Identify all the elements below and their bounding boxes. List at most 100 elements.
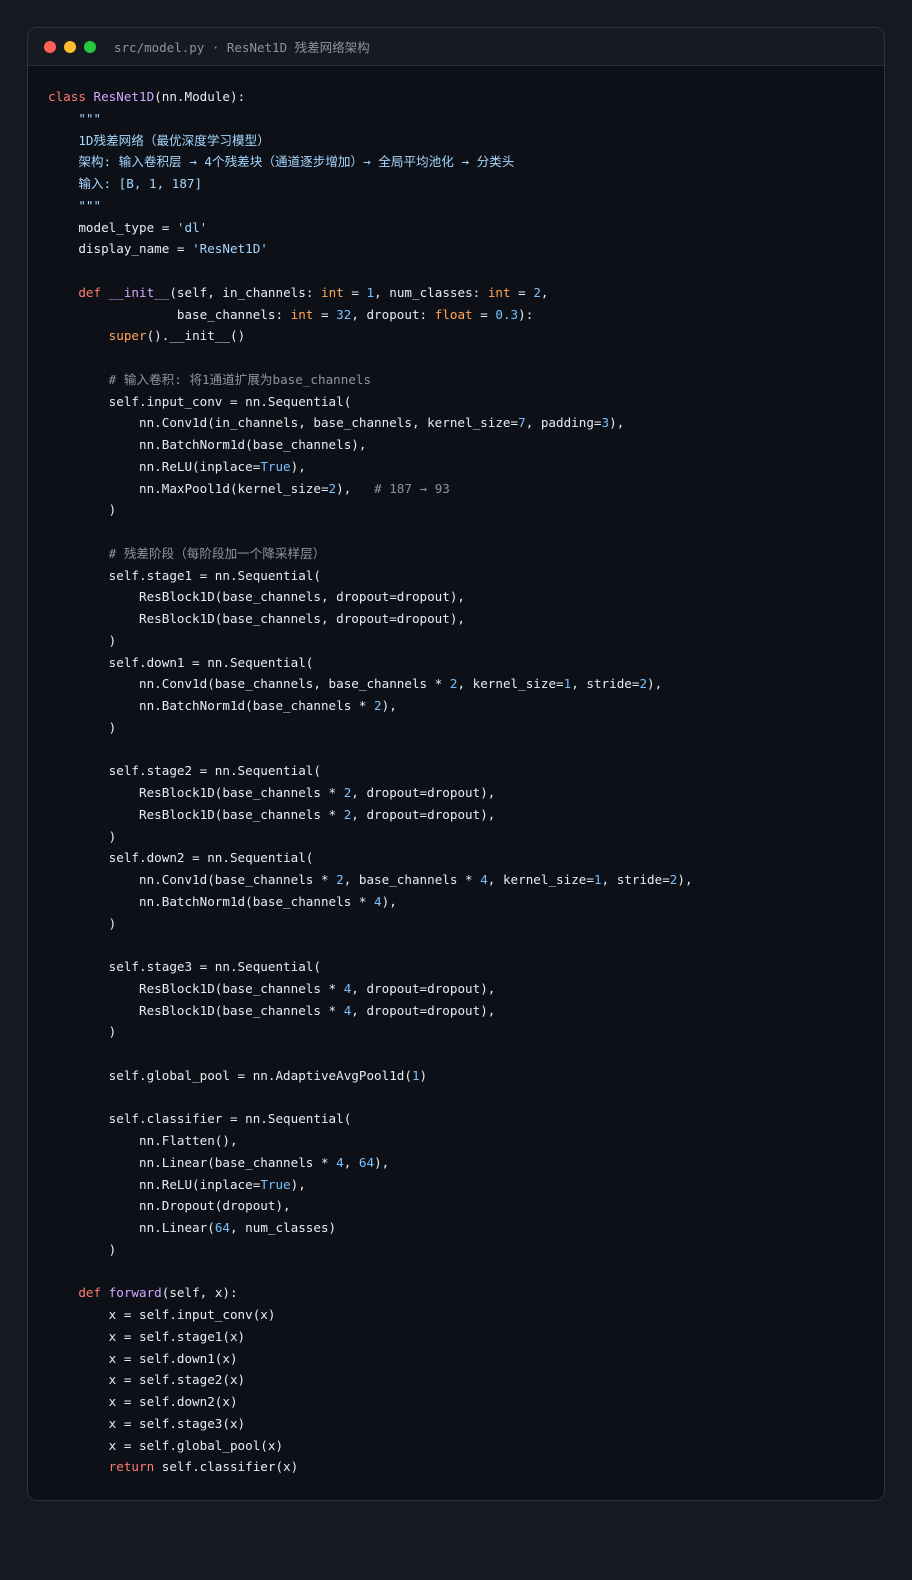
- code-line: x = self.down2(x): [48, 1391, 693, 1413]
- code-line: model_type = 'dl': [48, 217, 693, 239]
- code-token: x = self.down2(x): [48, 1394, 238, 1409]
- code-line: ResBlock1D(base_channels * 2, dropout=dr…: [48, 804, 693, 826]
- close-window-button[interactable]: [44, 40, 56, 53]
- code-line: ): [48, 1239, 693, 1261]
- code-line: nn.Linear(64, num_classes): [48, 1217, 693, 1239]
- code-line: return self.classifier(x): [48, 1456, 693, 1478]
- code-token: x = self.input_conv(x): [48, 1307, 276, 1322]
- code-token: 1: [593, 872, 602, 887]
- code-token: model_type =: [48, 219, 177, 235]
- code-token: ),: [609, 415, 625, 431]
- code-token: 4: [374, 893, 382, 909]
- code-token: x = self.stage1(x): [48, 1328, 246, 1344]
- code-token: nn.Dropout(dropout),: [48, 1198, 291, 1214]
- code-token: 7: [518, 415, 526, 431]
- code-token: ),: [381, 698, 397, 713]
- code-line: x = self.stage2(x): [48, 1369, 693, 1391]
- code-line: self.stage1 = nn.Sequential(: [48, 565, 693, 587]
- code-line: def __init__(self, in_channels: int = 1,…: [48, 282, 693, 304]
- minimize-window-button[interactable]: [64, 40, 76, 53]
- code-token: 64: [358, 1154, 375, 1170]
- code-line: nn.MaxPool1d(kernel_size=2), # 187 → 93: [48, 478, 693, 500]
- code-token: int: [321, 284, 344, 300]
- code-line: nn.Flatten(),: [48, 1130, 693, 1152]
- code-token: 输入: [B, 1, 187]: [48, 176, 203, 191]
- code-token: ): [419, 1067, 428, 1083]
- code-token: def: [48, 1285, 109, 1301]
- code-line: # 输入卷积: 将1通道扩展为base_channels: [48, 369, 693, 391]
- code-window: src/model.py · ResNet1D 残差网络架构 class Res…: [27, 27, 885, 1501]
- code-token: display_name =: [48, 241, 193, 257]
- code-token: , base_channels *: [343, 872, 481, 887]
- code-line: x = self.stage3(x): [48, 1413, 693, 1435]
- code-token: self.down1 = nn.Sequential(: [48, 654, 314, 670]
- code-token: ): [48, 1024, 117, 1040]
- code-token: def: [48, 284, 109, 300]
- code-token: ):: [518, 306, 534, 322]
- code-token: self.classifier = nn.Sequential(: [48, 1111, 352, 1127]
- code-line: ResBlock1D(base_channels * 2, dropout=dr…: [48, 782, 693, 804]
- code-token: nn.Linear(base_channels *: [48, 1154, 337, 1170]
- code-token: , dropout=dropout),: [351, 785, 496, 800]
- code-token: 0.3: [495, 306, 519, 322]
- code-token: ),: [647, 676, 663, 692]
- code-line: display_name = 'ResNet1D': [48, 238, 693, 260]
- code-token: __init__: [108, 284, 170, 300]
- code-line: nn.BatchNorm1d(base_channels * 4),: [48, 891, 693, 913]
- code-line: nn.Linear(base_channels * 4, 64),: [48, 1152, 693, 1174]
- code-line: ): [48, 826, 693, 848]
- code-token: ResBlock1D(base_channels, dropout=dropou…: [48, 611, 466, 626]
- code-token: nn.Linear(: [48, 1220, 215, 1235]
- code-token: ResBlock1D(base_channels *: [48, 785, 344, 800]
- code-token: int: [487, 284, 511, 300]
- code-token: nn.Flatten(),: [48, 1133, 238, 1148]
- code-line: nn.Dropout(dropout),: [48, 1195, 693, 1217]
- code-line: def forward(self, x):: [48, 1282, 693, 1304]
- code-line: ResBlock1D(base_channels, dropout=dropou…: [48, 608, 693, 630]
- code-token: self.input_conv = nn.Sequential(: [48, 393, 352, 409]
- code-line: self.down1 = nn.Sequential(: [48, 652, 693, 674]
- code-token: float: [434, 306, 473, 322]
- code-line: self.classifier = nn.Sequential(: [48, 1108, 693, 1130]
- code-token: base_channels:: [48, 306, 291, 322]
- code-token: ,: [343, 1154, 359, 1170]
- code-token: =: [510, 284, 534, 300]
- code-token: 64: [214, 1220, 230, 1235]
- code-token: 4: [336, 1154, 344, 1170]
- code-line: x = self.stage1(x): [48, 1326, 693, 1348]
- code-token: self.global_pool = nn.AdaptiveAvgPool1d(: [48, 1067, 412, 1083]
- code-line: nn.BatchNorm1d(base_channels),: [48, 434, 693, 456]
- code-line: ): [48, 1021, 693, 1043]
- code-line: # 残差阶段（每阶段加一个降采样层）: [48, 543, 693, 565]
- window-title: src/model.py · ResNet1D 残差网络架构: [114, 40, 370, 55]
- code-token: , padding=: [525, 415, 602, 431]
- code-token: =: [472, 306, 496, 322]
- code-line: """: [48, 195, 693, 217]
- code-line: nn.Conv1d(in_channels, base_channels, ke…: [48, 412, 693, 434]
- code-token: 2: [639, 676, 648, 692]
- code-token: ): [48, 632, 117, 648]
- code-line: base_channels: int = 32, dropout: float …: [48, 304, 693, 326]
- code-token: self.down2 = nn.Sequential(: [48, 850, 314, 866]
- code-token: nn.MaxPool1d(kernel_size=: [48, 480, 329, 496]
- code-token: ),: [677, 872, 693, 887]
- code-token: ),: [374, 1154, 390, 1170]
- code-line: self.input_conv = nn.Sequential(: [48, 391, 693, 413]
- code-token: 1: [411, 1067, 420, 1083]
- code-line: 架构: 输入卷积层 → 4个残差块（通道逐步增加）→ 全局平均池化 → 分类头: [48, 151, 693, 173]
- code-token: ResBlock1D(base_channels, dropout=dropou…: [48, 589, 466, 605]
- code-token: nn.Conv1d(base_channels *: [48, 872, 337, 887]
- code-token: 1D残差网络（最优深度学习模型）: [48, 132, 270, 148]
- code-token: ResBlock1D(base_channels *: [48, 980, 344, 996]
- code-line: nn.Conv1d(base_channels, base_channels *…: [48, 673, 693, 695]
- code-token: ): [48, 1241, 117, 1257]
- code-token: , dropout=dropout),: [351, 806, 496, 822]
- code-block[interactable]: class ResNet1D(nn.Module): """ 1D残差网络（最优…: [48, 86, 693, 1478]
- maximize-window-button[interactable]: [84, 40, 96, 53]
- code-line: class ResNet1D(nn.Module):: [48, 86, 693, 108]
- code-token: 1: [366, 284, 375, 300]
- code-token: self.stage3 = nn.Sequential(: [48, 959, 321, 974]
- code-token: ,: [540, 284, 549, 300]
